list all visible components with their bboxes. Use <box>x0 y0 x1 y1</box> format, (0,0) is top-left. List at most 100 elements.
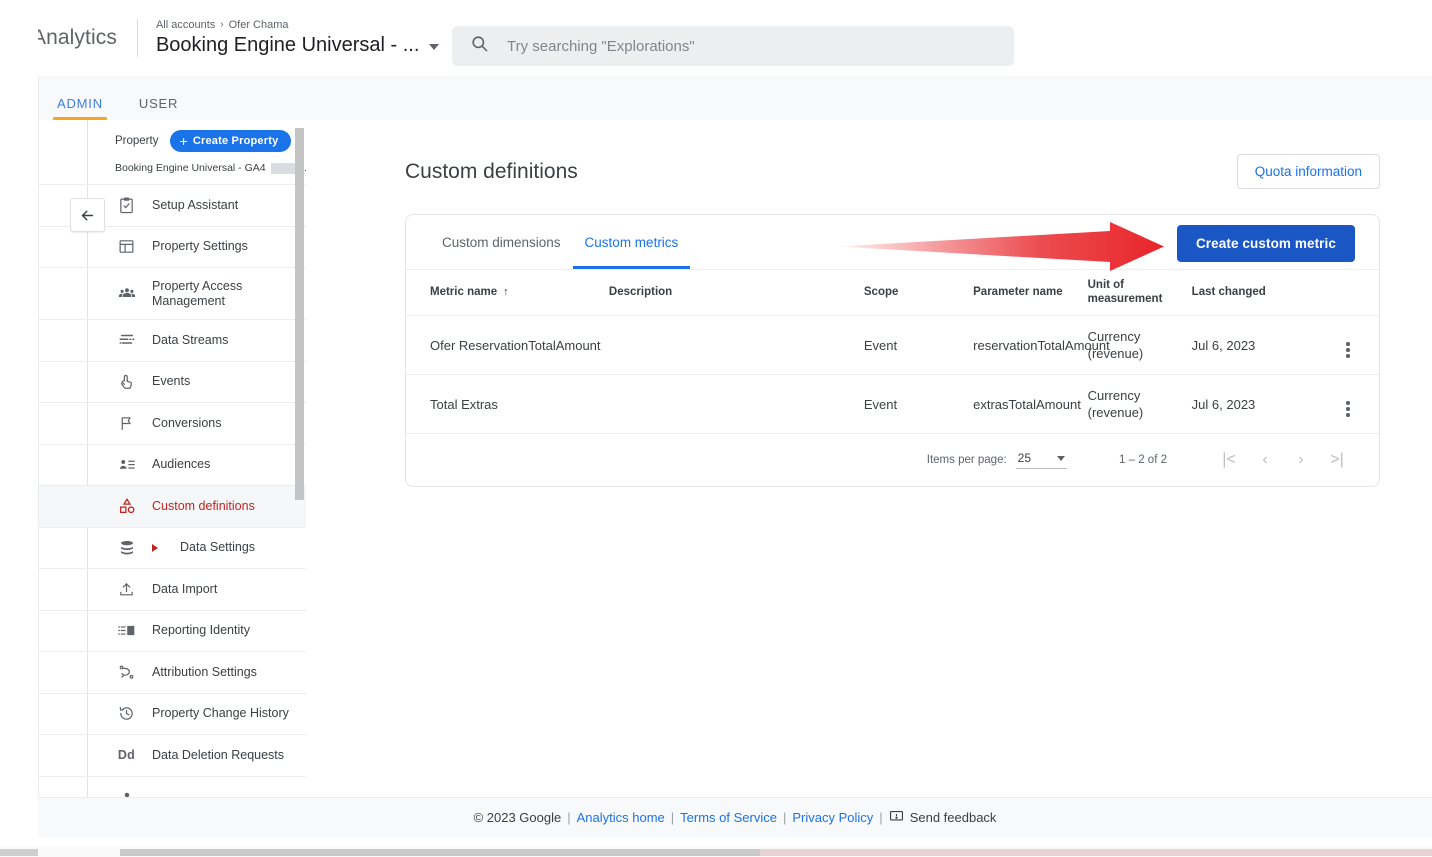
cell-metric-name: Ofer ReservationTotalAmount <box>406 315 609 375</box>
cell-scope: Event <box>863 374 974 434</box>
scrollbar-track-right <box>760 849 1432 856</box>
sidebar-item-label: Setup Assistant <box>152 197 239 212</box>
send-feedback-link[interactable]: Send feedback <box>910 810 997 825</box>
sidebar-item-label: Property Access Management <box>152 278 243 308</box>
sidebar-item-property-access-management[interactable]: Property Access Management <box>39 268 306 320</box>
chevron-down-icon[interactable] <box>429 44 440 50</box>
sidebar-item-label: Data Streams <box>152 332 229 347</box>
cell-parameter-name: extrasTotalAmount <box>973 374 1088 434</box>
feedback-icon <box>889 809 904 827</box>
more-vert-icon[interactable] <box>1346 342 1350 358</box>
search-placeholder: Try searching "Explorations" <box>507 37 695 55</box>
column-header-description[interactable]: Description <box>608 269 864 316</box>
reporting-identity-icon <box>117 621 136 640</box>
people-icon <box>117 284 136 303</box>
cell-description <box>608 374 864 434</box>
more-vert-icon[interactable] <box>1346 401 1350 417</box>
analytics-home-link[interactable]: Analytics home <box>577 810 665 825</box>
sidebar-item-label: Audiences <box>152 457 211 472</box>
sidebar-item-conversions[interactable]: Conversions <box>39 403 306 445</box>
create-property-button[interactable]: + Create Property <box>170 130 292 152</box>
sidebar-item-events[interactable]: Events <box>39 362 306 403</box>
data-streams-icon <box>117 331 136 350</box>
chevron-down-icon <box>1057 455 1066 461</box>
collapse-sidebar-button[interactable] <box>70 198 105 232</box>
analytics-logo[interactable]: Analytics <box>32 26 117 50</box>
sidebar-item-reporting-identity[interactable]: Reporting Identity <box>39 611 306 652</box>
column-header-parameter-name[interactable]: Parameter name <box>973 269 1088 316</box>
cell-last-changed: Jul 6, 2023 <box>1191 374 1317 434</box>
sidebar-item-partial[interactable] <box>39 777 306 797</box>
table-row[interactable]: Ofer ReservationTotalAmount Event reserv… <box>406 315 1379 375</box>
scrollbar-thumb[interactable] <box>120 849 760 856</box>
cell-last-changed: Jul 6, 2023 <box>1191 315 1317 375</box>
sidebar-item-data-import[interactable]: Data Import <box>39 569 306 611</box>
body-area: Property + Create Property Booking Engin… <box>38 120 1432 797</box>
table-pagination: Items per page: 25 1 – 2 of 2 |< ‹ › >| <box>406 434 1379 486</box>
tab-admin[interactable]: ADMIN <box>39 96 121 120</box>
dd-text-icon: Dd <box>117 748 136 763</box>
checklist-icon <box>117 196 136 215</box>
account-selector[interactable]: All accounts › Ofer Chama Booking Engine… <box>155 18 440 58</box>
column-header-metric-name[interactable]: Metric name ↑ <box>406 269 609 316</box>
create-custom-metric-button[interactable]: Create custom metric <box>1176 225 1355 262</box>
cell-unit: Currency (revenue) <box>1087 315 1192 375</box>
shapes-icon <box>117 497 136 516</box>
custom-metrics-table: Metric name ↑ Description Scope Parameter… <box>406 269 1379 434</box>
sidebar-item-audiences[interactable]: Audiences <box>39 445 306 486</box>
sidebar-item-property-change-history[interactable]: Property Change History <box>39 694 306 735</box>
sidebar-item-property-settings[interactable]: Property Settings <box>39 227 306 268</box>
table-row[interactable]: Total Extras Event extrasTotalAmount Cur… <box>406 374 1379 434</box>
sidebar-item-attribution-settings[interactable]: Attribution Settings <box>39 652 306 694</box>
column-header-scope[interactable]: Scope <box>863 269 974 316</box>
tab-custom-dimensions[interactable]: Custom dimensions <box>430 215 573 269</box>
terms-of-service-link[interactable]: Terms of Service <box>680 810 777 825</box>
last-page-button[interactable]: >| <box>1319 451 1355 469</box>
search-icon <box>470 34 489 58</box>
property-name-row: Booking Engine Universal - GA4 . <box>39 152 306 185</box>
sidebar-item-data-streams[interactable]: Data Streams <box>39 320 306 362</box>
tab-user[interactable]: USER <box>121 96 196 120</box>
quota-information-button[interactable]: Quota information <box>1236 154 1380 189</box>
chevron-right-icon[interactable] <box>152 543 158 552</box>
sidebar-item-label: Data Import <box>152 581 218 596</box>
cell-parameter-name: reservationTotalAmount <box>973 315 1110 375</box>
sidebar-item-data-deletion-requests[interactable]: Dd Data Deletion Requests <box>39 735 306 777</box>
items-per-page-select[interactable]: 25 <box>1015 451 1068 469</box>
separator: | <box>670 810 675 825</box>
sidebar-item-custom-definitions[interactable]: Custom definitions <box>39 486 306 528</box>
separator: | <box>567 810 571 825</box>
column-header-unit-of-measurement[interactable]: Unit of measurement <box>1087 269 1192 316</box>
sidebar-item-label: Property Change History <box>152 706 289 721</box>
flag-icon <box>117 414 136 433</box>
breadcrumb-all-accounts[interactable]: All accounts <box>156 18 215 32</box>
cell-metric-name: Total Extras <box>406 374 609 434</box>
left-gutter <box>0 0 38 847</box>
arrow-left-icon <box>81 210 94 220</box>
first-page-button[interactable]: |< <box>1211 451 1247 469</box>
admin-user-tabbar: ADMIN USER <box>38 76 1432 120</box>
main-content: Custom definitions Quota information Cus… <box>307 120 1432 797</box>
page-title: Custom definitions <box>405 159 578 183</box>
separator: | <box>782 810 787 825</box>
column-header-last-changed[interactable]: Last changed <box>1191 269 1317 316</box>
previous-page-button[interactable]: ‹ <box>1247 451 1283 469</box>
row-actions-cell <box>1316 315 1379 375</box>
layout-icon <box>117 237 136 256</box>
breadcrumb: All accounts › Ofer Chama <box>156 18 439 32</box>
breadcrumb-account-name[interactable]: Ofer Chama <box>229 18 289 32</box>
tab-custom-metrics[interactable]: Custom metrics <box>572 215 691 269</box>
property-title: Booking Engine Universal - ... <box>155 34 420 56</box>
column-header-actions <box>1316 269 1379 316</box>
search-input[interactable]: Try searching "Explorations" <box>452 26 1014 66</box>
history-icon <box>117 704 136 723</box>
pin-icon <box>117 787 136 797</box>
privacy-policy-link[interactable]: Privacy Policy <box>792 810 873 825</box>
sidebar-item-data-settings[interactable]: Data Settings <box>39 528 306 569</box>
page-header: Custom definitions Quota information <box>405 154 1380 189</box>
sidebar-item-label: Data Settings <box>180 540 256 555</box>
property-sidebar: Property + Create Property Booking Engin… <box>39 120 307 797</box>
horizontal-scrollbar[interactable] <box>0 847 1432 857</box>
sidebar-scrollbar[interactable] <box>295 128 304 500</box>
next-page-button[interactable]: › <box>1283 451 1319 469</box>
